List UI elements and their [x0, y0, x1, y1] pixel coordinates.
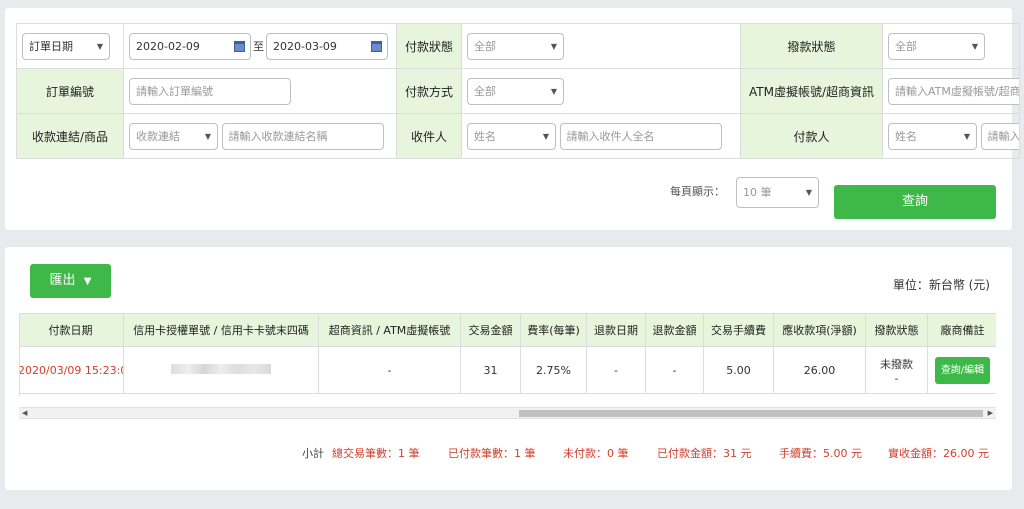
query-edit-button[interactable]: 查詢/編輯 [934, 356, 991, 384]
payment-status-label: 付款狀態 [396, 23, 462, 69]
payer-select[interactable]: 姓名 ▼ [888, 122, 977, 150]
payment-status-select[interactable]: 全部 ▼ [467, 32, 564, 60]
collection-link-input[interactable]: 請輸入收款連結名稱 [221, 122, 384, 150]
chevron-down-icon: ▼ [963, 131, 970, 141]
recipient-cell: 姓名 ▼ 請輸入收件人全名 [461, 113, 741, 159]
payout-status-label: 撥款狀態 [740, 23, 883, 69]
atm-account-label: ATM虛擬帳號/超商資訊 [740, 68, 883, 114]
net-cell: 26.00 [773, 346, 866, 394]
masked-card-number [171, 363, 271, 374]
calendar-icon[interactable] [234, 40, 245, 52]
currency-unit: 單位：新台幣 (元) [892, 278, 990, 292]
filter-table: 訂單日期 ▼ 2020-02-09 至 2020-03-09 付款狀態 全部 ▼ 撥款狀… [16, 23, 1020, 159]
column-header[interactable]: 交易手續費 [703, 313, 774, 347]
collection-link-cell: 收款連結 ▼ 請輸入收款連結名稱 [123, 113, 397, 159]
results-table-viewport: 付款日期 信用卡授權單號 / 信用卡卡號末四碼 超商資訊 / ATM虛擬帳號 交… [19, 313, 996, 396]
refund-amount-cell: - [645, 346, 704, 394]
search-button[interactable]: 查詢 [834, 185, 996, 219]
per-page-select[interactable]: 10 筆 ▼ [736, 177, 819, 208]
order-number-input[interactable]: 請輸入訂單編號 [129, 77, 291, 105]
date-to-input[interactable]: 2020-03-09 [266, 32, 388, 60]
payout-status-cell: 全部 ▼ [882, 23, 1020, 69]
payment-method-cell: 全部 ▼ [461, 68, 741, 114]
recipient-label: 收件人 [396, 113, 462, 159]
order-date-type-cell: 訂單日期 ▼ [16, 23, 124, 69]
chevron-down-icon: ▼ [550, 86, 557, 96]
column-header[interactable]: 交易金額 [460, 313, 521, 347]
subtotal-label: 小計 [302, 447, 324, 460]
column-header[interactable]: 應收款項(淨額) [773, 313, 866, 347]
amount-cell: 31 [460, 346, 521, 394]
calendar-icon[interactable] [371, 40, 382, 52]
caret-down-icon: ▼ [83, 276, 92, 287]
payout-status-cell: 未撥款 - [865, 346, 928, 394]
store-info-cell: - [318, 346, 461, 394]
payout-status-text: 未撥款 [880, 357, 913, 371]
column-header[interactable]: 廠商備註 [927, 313, 996, 347]
per-page-label: 每頁顯示： [670, 185, 725, 198]
export-button[interactable]: 匯出 ▼ [30, 264, 111, 298]
order-date-type-select[interactable]: 訂單日期 ▼ [22, 32, 110, 60]
total-count-label: 總交易筆數：1 筆 [332, 447, 420, 460]
order-date-range-cell: 2020-02-09 至 2020-03-09 [123, 23, 397, 69]
payment-method-select[interactable]: 全部 ▼ [467, 77, 564, 105]
column-header[interactable]: 付款日期 [20, 313, 124, 347]
paid-amount-label: 已付款金額：31 元 [657, 447, 752, 460]
unpaid-label: 未付款：0 筆 [563, 447, 629, 460]
column-header[interactable]: 退款金額 [645, 313, 704, 347]
atm-account-input[interactable]: 請輸入ATM虛擬帳號/超商代碼 [888, 77, 1019, 105]
atm-account-cell: 請輸入ATM虛擬帳號/超商代碼 [882, 68, 1020, 114]
payment-status-cell: 全部 ▼ [461, 23, 741, 69]
export-label: 匯出 [49, 273, 76, 288]
column-header[interactable]: 退款日期 [586, 313, 646, 347]
results-table: 付款日期 信用卡授權單號 / 信用卡卡號末四碼 超商資訊 / ATM虛擬帳號 交… [20, 313, 996, 394]
date-range-separator: 至 [253, 40, 264, 53]
payer-input[interactable]: 請輸入付款人 [980, 122, 1019, 150]
pay-date-cell: 2020/03/09 15:23:01 [20, 346, 124, 394]
horizontal-scrollbar[interactable]: ◀ ▶ [19, 407, 996, 419]
chevron-down-icon: ▼ [805, 188, 812, 197]
action-cell: 查詢/編輯 [927, 346, 996, 394]
actual-amount-label: 實收金額：26.00 元 [888, 447, 989, 461]
fee-label: 手續費：5.00 元 [779, 447, 862, 460]
payer-label: 付款人 [740, 113, 883, 159]
recipient-input[interactable]: 請輸入收件人全名 [559, 122, 722, 150]
chevron-down-icon: ▼ [96, 41, 103, 51]
chevron-down-icon: ▼ [550, 41, 557, 51]
collection-link-label: 收款連結/商品 [16, 113, 124, 159]
payer-cell: 姓名▼ 請輸入付款人 [882, 113, 1020, 159]
table-header-row: 付款日期 信用卡授權單號 / 信用卡卡號末四碼 超商資訊 / ATM虛擬帳號 交… [20, 313, 996, 347]
chevron-down-icon: ▼ [204, 131, 211, 141]
order-number-label: 訂單編號 [16, 68, 124, 114]
payout-status-sub: - [894, 371, 899, 385]
collection-link-select[interactable]: 收款連結 ▼ [129, 122, 218, 150]
column-header[interactable]: 費率(每筆) [520, 313, 587, 347]
actual-amount-text: 實收金額：26.00 元 [888, 447, 989, 460]
order-number-cell: 請輸入訂單編號 [123, 68, 397, 114]
refund-date-cell: - [586, 346, 646, 394]
scroll-right-arrow-icon[interactable]: ▶ [988, 408, 993, 419]
card-auth-cell [123, 346, 319, 394]
recipient-select[interactable]: 姓名 ▼ [467, 122, 556, 150]
column-header[interactable]: 超商資訊 / ATM虛擬帳號 [318, 313, 461, 347]
table-row: 2020/03/09 15:23:01 - 31 2.75% - - 5.00 … [20, 346, 996, 394]
payout-status-select[interactable]: 全部 ▼ [888, 32, 985, 60]
rate-cell: 2.75% [520, 346, 587, 394]
fee-cell: 5.00 [703, 346, 774, 394]
scrollbar-thumb[interactable] [519, 410, 983, 417]
column-header[interactable]: 撥款狀態 [865, 313, 928, 347]
column-header[interactable]: 信用卡授權單號 / 信用卡卡號末四碼 [123, 313, 319, 347]
scroll-left-arrow-icon[interactable]: ◀ [22, 408, 27, 419]
payment-method-label: 付款方式 [396, 68, 462, 114]
date-from-input[interactable]: 2020-02-09 [129, 32, 251, 60]
chevron-down-icon: ▼ [542, 131, 549, 141]
chevron-down-icon: ▼ [971, 41, 978, 51]
paid-count-label: 已付款筆數：1 筆 [448, 447, 536, 460]
